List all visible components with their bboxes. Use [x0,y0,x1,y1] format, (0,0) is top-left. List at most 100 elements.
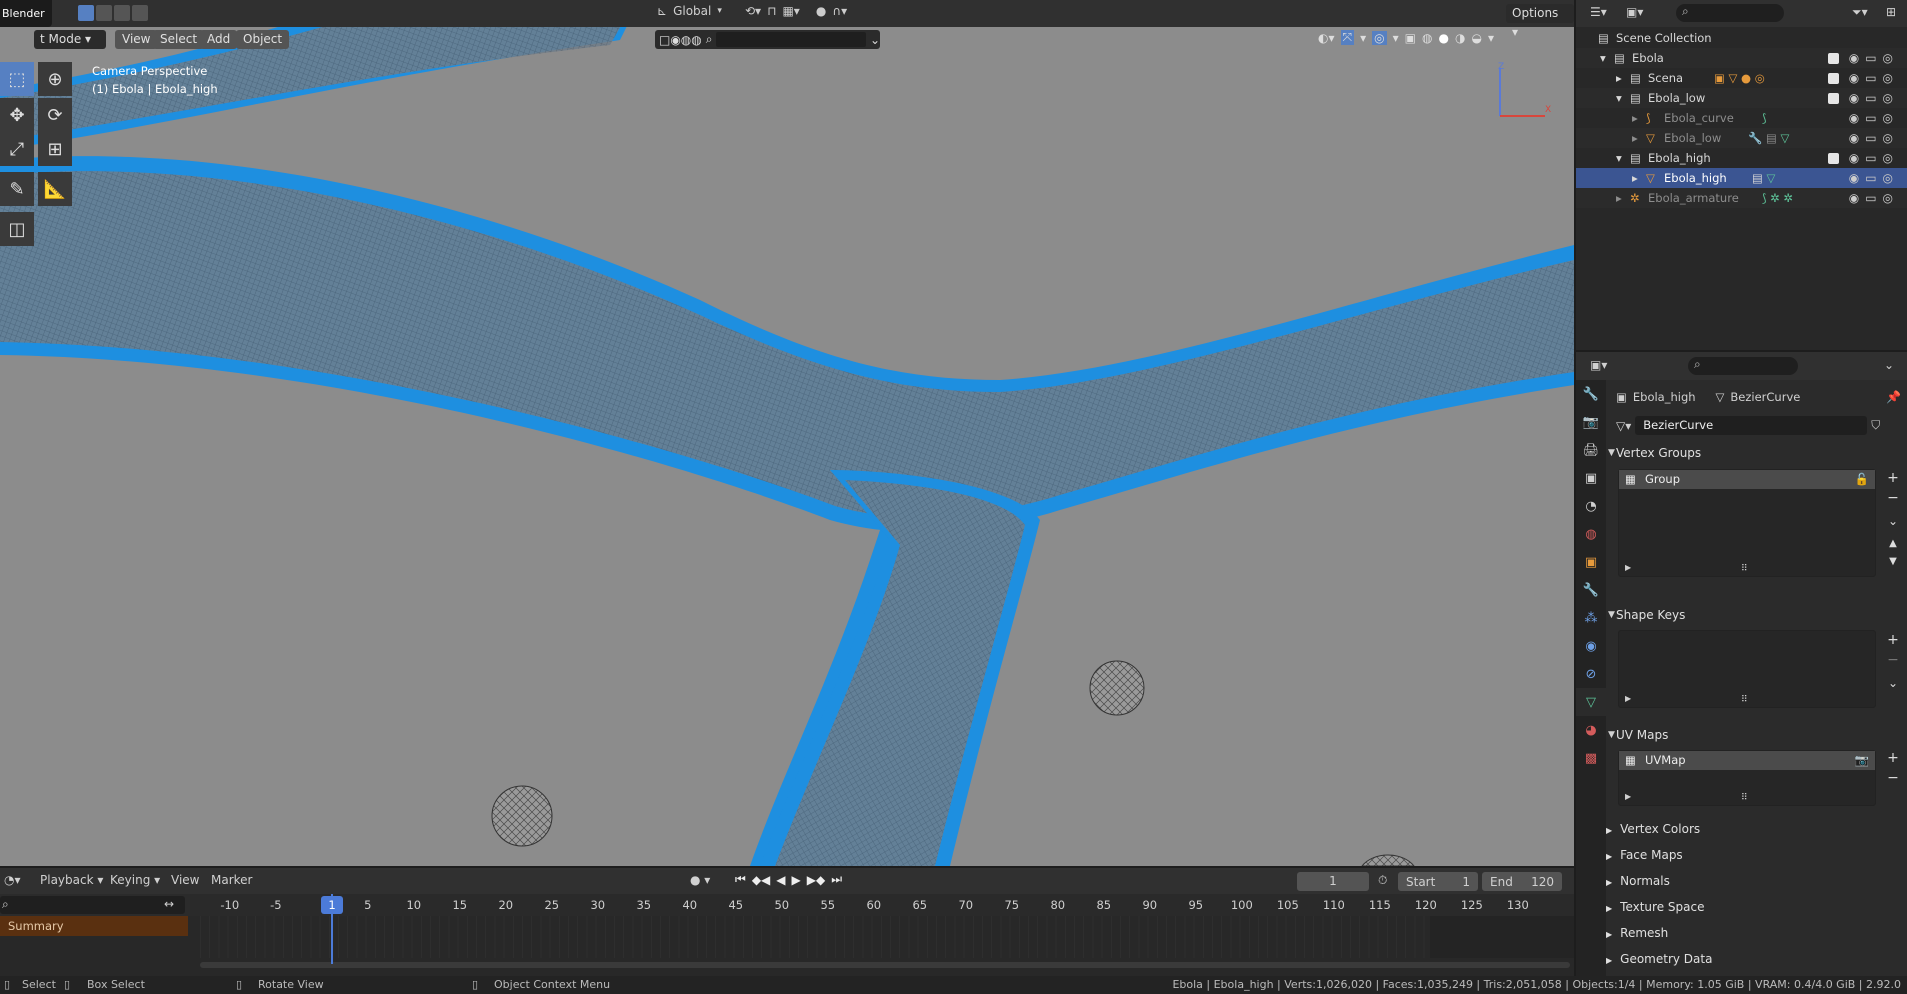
chevron-down-icon[interactable]: ⌄ [1884,358,1894,372]
xray-icon[interactable]: ▣ [1405,31,1416,45]
include-checkbox[interactable] [1828,153,1839,164]
shape-keys-header[interactable]: Shape Keys [1616,608,1685,622]
viewport-shading-tools[interactable]: ◐▾ ⤧ ▾ ◎ ▾ ▣ ◍ ● ◑ ◒ ▾ [1318,30,1494,45]
visibility-icons[interactable]: ◉▭◎ [1849,68,1899,88]
viewport-scene[interactable] [0,0,1574,866]
world-tab[interactable]: ◍ [1576,520,1606,548]
snap-grid-icon[interactable]: ▦▾ [782,4,799,18]
filter-icon[interactable]: ⏷▾ [1852,5,1868,20]
add-menu[interactable]: Add [200,30,238,49]
playback-controls[interactable]: ⏮ ◆◀ ◀ ▶ ▶◆ ⏭ [735,872,842,887]
outliner-row[interactable]: ▾ ▤ Ebola ◉▭◎ [1576,48,1907,68]
dopesheet-rows[interactable]: Summary [0,916,1574,976]
cursor-tool[interactable]: ⊕ [38,62,72,96]
chevron-down-icon[interactable]: ⌄ [1884,514,1902,528]
view-menu[interactable]: View [171,873,199,887]
physics-tab[interactable]: ◉ [1576,632,1606,660]
play-reverse-icon[interactable]: ◀ [776,873,785,887]
visibility-icons[interactable]: ◉▭◎ [1849,108,1899,128]
resize-grip[interactable]: ⠿ [1741,564,1748,574]
outliner-row[interactable]: ▸ ✲ Ebola_armature ⟆ ✲ ✲ ◉▭◎ [1576,188,1907,208]
data-tab[interactable]: ▽ [1576,688,1606,716]
add-shape-key-button[interactable]: + [1884,632,1902,648]
chevron-down-icon[interactable]: ▼ [1608,448,1615,458]
panel-remesh[interactable]: ▶ Remesh [1606,921,1906,947]
texture-tab[interactable]: ▩ [1576,744,1606,772]
visibility-icons[interactable]: ◉▭◎ [1849,188,1899,208]
remove-uv-map-button[interactable]: − [1884,770,1902,786]
chevron-down-icon[interactable]: ⌄ [1884,676,1902,690]
measure-tool[interactable]: 📐 [38,172,72,206]
swap-icon[interactable]: ↔ [164,897,174,911]
properties-search-input[interactable]: ⌕ [1688,357,1798,375]
render-tab[interactable]: 📷 [1576,408,1606,436]
current-frame-field[interactable]: 1 [1297,872,1369,891]
constraints-tab[interactable]: ⊘ [1576,660,1606,688]
expand-icon[interactable]: ▶ [1625,792,1631,801]
outliner-row[interactable]: ▸ ▤ Scena ▣ ▽ ● ◎ ◉▭◎ [1576,68,1907,88]
uv-maps-list[interactable]: ▦ UVMap 📷 ▶ ⠿ [1618,750,1876,806]
transform-orientation[interactable]: ⊾ Global ▾ [657,4,722,18]
stopwatch-icon[interactable]: ⏱ [1378,873,1387,888]
add-vertex-group-button[interactable]: + [1884,470,1902,486]
select-menu[interactable]: Select [153,30,205,49]
new-collection-icon[interactable]: ⊞ [1886,5,1896,19]
remove-shape-key-button[interactable]: − [1884,652,1902,668]
proportional-icon[interactable]: ● [816,4,826,18]
camera-icon[interactable]: 📷 [1855,751,1869,770]
modifiers-tab[interactable]: 🔧 [1576,576,1606,604]
lock-icon[interactable]: 🔓 [1855,470,1869,489]
display-mode-icon[interactable]: ▣▾ [1626,5,1643,19]
options-button[interactable]: Options ▾ [1506,4,1574,39]
rendered-shading-icon[interactable]: ◒ [1471,31,1481,45]
vertex-groups-header[interactable]: Vertex Groups [1616,446,1701,460]
vertex-groups-list[interactable]: ▦ Group 🔓 ▶ ⠿ [1618,469,1876,577]
chevron-down-icon[interactable]: ▾ [1488,31,1494,45]
annotate-tool[interactable]: ✎ [0,172,34,206]
material-tab[interactable]: ◕ [1576,716,1606,744]
panel-normals[interactable]: ▶ Normals [1606,869,1906,895]
jump-start-icon[interactable]: ⏮ [735,872,746,887]
solid-shading-icon[interactable]: ● [1438,31,1448,45]
outliner-row-selected[interactable]: ▸ ▽ Ebola_high ▤ ▽ ◉▭◎ [1576,168,1907,188]
move-down-icon[interactable]: ▼ [1884,556,1902,567]
visibility-icons[interactable]: ◉▭◎ [1849,88,1899,108]
playback-menu[interactable]: Playback ▾ [40,873,103,887]
move-tool[interactable]: ✥ [0,98,34,132]
wireframe-shading-icon[interactable]: ◍ [1422,31,1432,45]
gizmo-icon[interactable]: ⤧ [1340,30,1355,45]
pin-icon[interactable]: 📌 [1886,390,1901,404]
chevron-down-icon[interactable]: ▼ [1608,610,1615,620]
datablock-selector[interactable]: ▽▾ BezierCurve ⛉ [1616,416,1880,435]
panel-face-maps[interactable]: ▶ Face Maps [1606,843,1906,869]
include-checkbox[interactable] [1828,73,1839,84]
expand-icon[interactable]: ▶ [1625,563,1631,572]
material-shading-icon[interactable]: ◑ [1455,31,1465,45]
mesh-data-icon[interactable]: ▽▾ [1616,419,1631,433]
start-frame-field[interactable]: Start 1 [1398,872,1478,891]
3d-viewport[interactable]: Blender ⊾ Global ▾ ⟲▾ ⊓ ▦▾ ● ∩▾ Options … [0,0,1574,866]
scale-tool[interactable]: ⤢ [0,132,34,166]
horizontal-scrollbar[interactable] [200,962,1570,968]
outliner-row[interactable]: ▾ ▤ Ebola_high ◉▭◎ [1576,148,1907,168]
expand-icon[interactable]: ▾ [1616,88,1622,108]
snap-icon[interactable]: ⊓ [767,4,776,18]
expand-icon[interactable]: ▸ [1632,128,1638,148]
expand-icon[interactable]: ▸ [1616,68,1622,88]
panel-vertex-colors[interactable]: ▶ Vertex Colors [1606,817,1906,843]
panel-geometry-data[interactable]: ▶ Geometry Data [1606,947,1906,973]
editor-type-icon[interactable]: ☰▾ [1590,5,1607,19]
visibility-icons[interactable]: ◉▭◎ [1849,148,1899,168]
uv-maps-header[interactable]: UV Maps [1616,728,1668,742]
channel-search-input[interactable]: ⌕ [0,896,185,914]
chevron-down-icon[interactable]: ▼ [1608,730,1615,740]
marker-menu[interactable]: Marker [211,873,252,887]
vertex-group-item[interactable]: ▦ Group 🔓 [1619,470,1875,489]
play-icon[interactable]: ▶ [792,873,801,887]
output-tab[interactable]: 🖨 [1576,436,1606,464]
end-frame-field[interactable]: End 120 [1482,872,1562,891]
object-menu[interactable]: Object [236,30,290,49]
datablock-name-field[interactable]: BezierCurve [1635,416,1868,435]
editor-type-icon[interactable]: ◔▾ [4,873,21,887]
resize-grip[interactable]: ⠿ [1741,793,1748,803]
